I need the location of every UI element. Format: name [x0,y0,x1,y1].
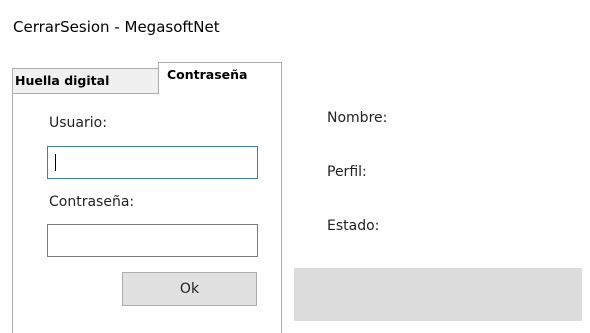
tab-contrasena[interactable]: Contraseña [158,62,282,94]
perfil-label: Perfil: [327,164,367,180]
password-label: Contraseña: [49,194,135,210]
password-input[interactable] [47,224,258,257]
user-label: Usuario: [49,115,107,131]
estado-label: Estado: [327,218,380,234]
ok-button[interactable]: Ok [122,272,257,306]
window-title: CerrarSesion - MegasoftNet [13,18,220,36]
grey-panel [294,268,582,321]
nombre-label: Nombre: [327,110,388,126]
tab-huella-digital[interactable]: Huella digital [12,68,159,93]
user-input[interactable] [47,146,258,179]
text-caret [55,154,56,171]
